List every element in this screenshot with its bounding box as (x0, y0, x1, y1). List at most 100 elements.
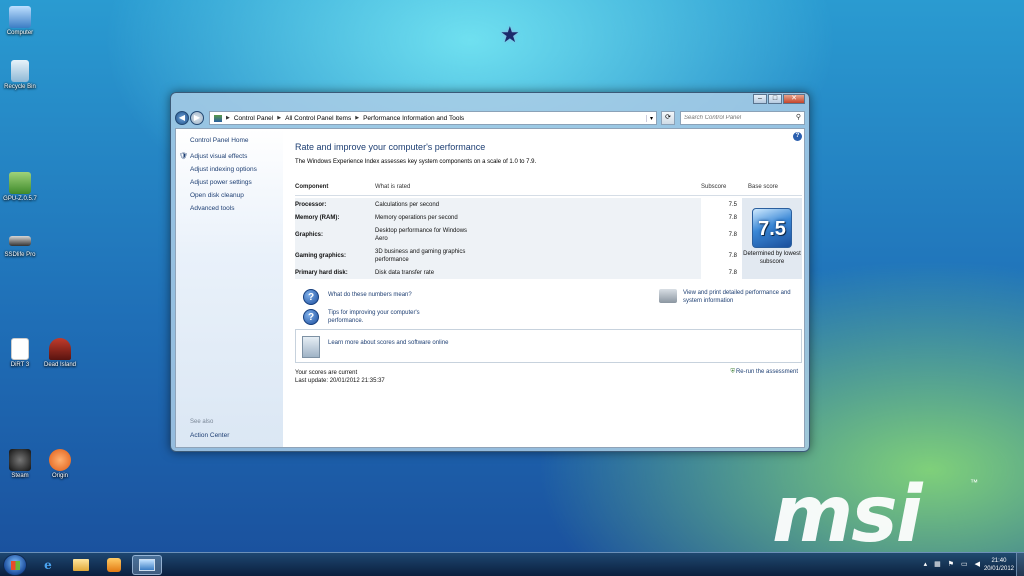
show-desktop-button[interactable] (1016, 553, 1024, 576)
shield-icon: ⛨ (730, 369, 735, 375)
improve-tips-link[interactable]: ? Tips for improving your computer's per… (303, 309, 444, 325)
base-score-panel: 7.5 Determined by lowest subscore (742, 198, 802, 279)
breadcrumb-control-panel[interactable]: Control Panel (234, 115, 273, 122)
breadcrumb-chevron-icon[interactable]: ▶ (355, 115, 359, 121)
link-label: Tips for improving your computer's perfo… (328, 310, 420, 324)
search-icon[interactable]: ⚲ (796, 112, 801, 124)
desktop-icon-label: GPU-Z.0.5.7 (3, 196, 37, 202)
desktop-icon-label: Recycle Bin (4, 84, 36, 90)
subscore-cell: 7.8 (701, 211, 748, 224)
breadcrumb-performance[interactable]: Performance Information and Tools (363, 115, 464, 122)
rated-text: Desktop performance for Windows Aero (375, 228, 468, 242)
address-tail: ▾ (646, 114, 656, 122)
navigation-bar: ◀ ▶ ▶ Control Panel ▶ All Control Panel … (175, 110, 805, 126)
desktop-icon-label: Steam (11, 473, 29, 479)
component-cell: Gaming graphics: (295, 253, 347, 259)
table-body: Processor: Calculations per second 7.5 M… (295, 198, 802, 279)
back-button[interactable]: ◀ (175, 111, 189, 125)
minimize-button[interactable]: – (753, 94, 767, 104)
rerun-assessment-link[interactable]: ⛨Re-run the assessment (730, 369, 798, 376)
subscore-cell: 7.8 (701, 246, 748, 266)
table-row: Graphics: Desktop performance for Window… (295, 224, 802, 246)
desktop-icon-ssdlife[interactable]: SSDlife Pro (0, 230, 43, 258)
refresh-button[interactable]: ⟳ (661, 111, 675, 125)
steam-icon (9, 449, 31, 471)
score-status: Your scores are current Last update: 20/… (295, 369, 385, 385)
desktop-icon-recycle-bin[interactable]: Recycle Bin (0, 60, 43, 90)
palm-tree-icon (49, 338, 71, 360)
search-box[interactable]: ⚲ (680, 111, 805, 125)
page-title: Rate and improve your computer's perform… (295, 142, 486, 152)
header-base-score: Base score (748, 184, 779, 190)
performance-window: – □ ✕ ◀ ▶ ▶ Control Panel ▶ All Control … (170, 92, 810, 452)
base-score-badge: 7.5 (752, 208, 792, 248)
volume-icon[interactable]: ◀ (975, 560, 980, 568)
search-input[interactable] (684, 115, 794, 121)
close-button[interactable]: ✕ (783, 94, 805, 104)
rated-cell: 3D business and gaming graphics performa… (375, 248, 701, 264)
breadcrumb-chevron-icon[interactable]: ▶ (226, 115, 230, 121)
table-row: Memory (RAM): Memory operations per seco… (295, 211, 802, 224)
control-panel-home-link[interactable]: Control Panel Home (190, 137, 283, 144)
rated-text: Calculations per second (375, 201, 440, 208)
breadcrumb-chevron-icon[interactable]: ▶ (277, 115, 281, 121)
rated-text: Memory operations per second (375, 214, 458, 221)
table-header: Component What is rated Subscore Base sc… (295, 184, 802, 196)
desktop-icon-computer[interactable]: Computer (0, 6, 43, 36)
subscore-cell: 7.8 (701, 224, 748, 246)
flag-icon[interactable]: ⚑ (948, 560, 954, 568)
monitor-icon[interactable]: ▭ (961, 560, 968, 568)
network-icon[interactable]: ▦ (934, 560, 941, 568)
score-table: Component What is rated Subscore Base sc… (295, 184, 802, 279)
desktop-icon-gpuz[interactable]: GPU-Z.0.5.7 (0, 172, 43, 202)
breadcrumb-all-items[interactable]: All Control Panel Items (285, 115, 351, 122)
scores-current-text: Your scores are current (295, 370, 358, 376)
internet-explorer-icon[interactable]: e (33, 555, 63, 575)
desktop-icon-label: SSDlife Pro (4, 252, 36, 258)
component-cell: Primary hard disk: (295, 269, 348, 276)
clock-time: 21:40 (991, 558, 1007, 564)
control-panel-icon (214, 114, 222, 122)
adjust-visual-effects-link[interactable]: 🛡 Adjust visual effects (179, 153, 283, 160)
media-player-icon[interactable] (99, 555, 129, 575)
action-center-link[interactable]: Action Center (190, 432, 229, 439)
link-label: View and print detailed performance and … (683, 290, 791, 304)
system-tray: ▴ ▦ ⚑ ▭ ◀ (924, 560, 980, 568)
folder-icon[interactable] (66, 555, 96, 575)
client-area: Control Panel Home 🛡 Adjust visual effec… (175, 128, 805, 448)
header-component: Component (295, 184, 329, 190)
numbers-meaning-link[interactable]: ? What do these numbers mean? (303, 289, 468, 305)
rated-cell: Desktop performance for Windows Aero (375, 227, 701, 243)
component-cell: Processor: (295, 201, 327, 208)
advanced-tools-link[interactable]: Advanced tools (190, 205, 283, 212)
desktop-icon-label: DiRT 3 (10, 362, 30, 368)
start-button[interactable] (3, 554, 27, 576)
address-bar[interactable]: ▶ Control Panel ▶ All Control Panel Item… (209, 111, 657, 125)
learn-more-link[interactable]: Learn more about scores and software onl… (328, 339, 458, 347)
adjust-indexing-link[interactable]: Adjust indexing options (190, 166, 283, 173)
maximize-button[interactable]: □ (768, 94, 782, 104)
recycle-bin-icon (11, 60, 29, 82)
desktop-icon-origin[interactable]: Origin (37, 449, 83, 479)
help-icon[interactable]: ? (793, 132, 802, 141)
clock[interactable]: 21:40 20/01/2012 (984, 557, 1014, 573)
rated-cell: Disk data transfer rate (375, 269, 701, 277)
show-hidden-icons-icon[interactable]: ▴ (924, 560, 928, 568)
table-row: Processor: Calculations per second 7.5 (295, 198, 802, 211)
origin-icon (49, 449, 71, 471)
forward-button[interactable]: ▶ (190, 111, 204, 125)
adjust-power-link[interactable]: Adjust power settings (190, 179, 283, 186)
print-details-link[interactable]: View and print detailed performance and … (659, 289, 807, 305)
link-label: What do these numbers mean? (328, 292, 412, 298)
desktop-icon-label: Origin (51, 473, 68, 479)
component-cell: Memory (RAM): (295, 214, 340, 221)
question-icon: ? (303, 309, 319, 325)
disk-cleanup-link[interactable]: Open disk cleanup (190, 192, 283, 199)
rated-cell: Calculations per second (375, 201, 701, 209)
control-panel-taskbar-button[interactable] (132, 555, 162, 575)
desktop-icon-dead-island[interactable]: Dead Island (37, 338, 83, 368)
main-pane: ? Rate and improve your computer's perfo… (283, 129, 804, 447)
dropdown-icon[interactable]: ▾ (646, 114, 656, 122)
last-update-text: Last update: 20/01/2012 21:35:37 (295, 378, 385, 384)
learn-more-box: Learn more about scores and software onl… (295, 329, 802, 363)
